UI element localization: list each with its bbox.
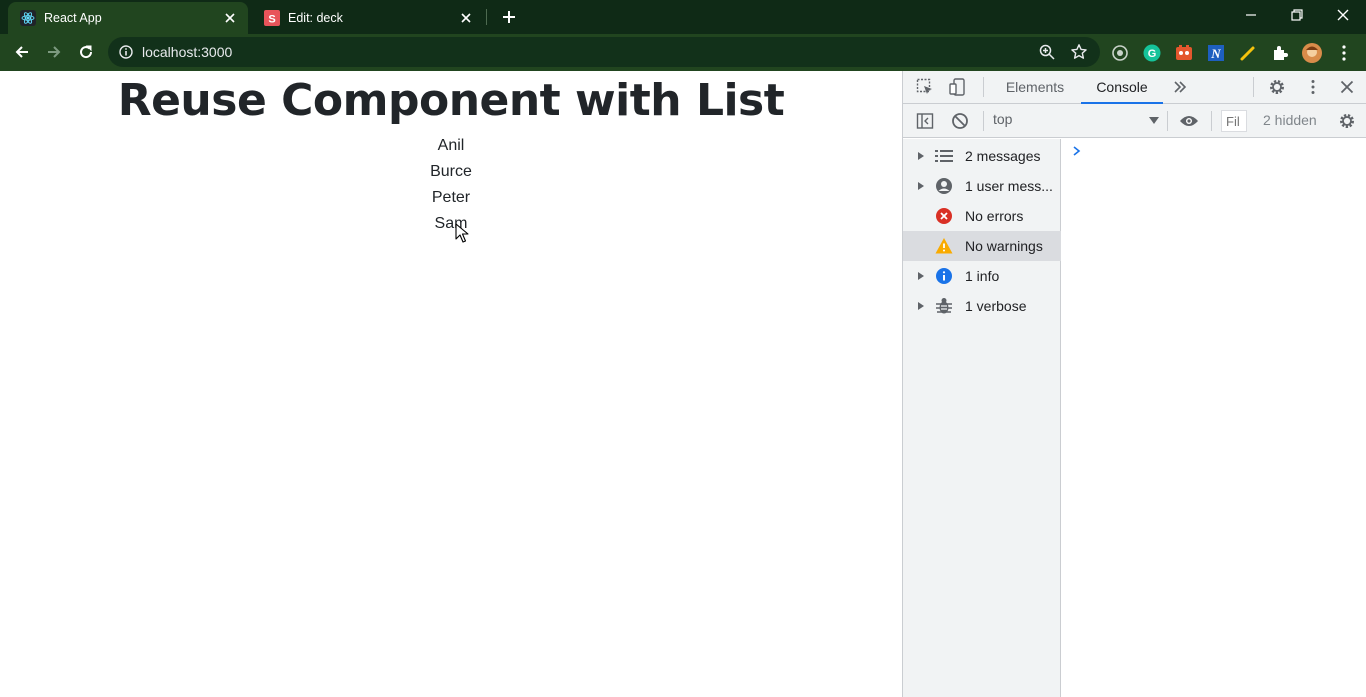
close-tab-icon[interactable] (458, 10, 474, 26)
divider (983, 77, 984, 97)
extension-red-icon[interactable] (1174, 43, 1194, 63)
hidden-messages-count: 2 hidden (1263, 112, 1317, 128)
react-logo-icon (20, 10, 36, 26)
device-toolbar-icon[interactable] (946, 75, 970, 99)
browser-tabstrip: React App S Edit: deck (0, 0, 1366, 34)
sidebar-item-verbose[interactable]: 1 verbose (903, 291, 1061, 321)
sidebar-item-label: 2 messages (965, 148, 1041, 164)
svg-text:N: N (1210, 46, 1221, 61)
close-tab-icon[interactable] (222, 10, 238, 26)
live-expression-eye-icon[interactable] (1177, 109, 1201, 133)
bug-icon (935, 297, 953, 315)
arrow-right-icon (48, 46, 61, 58)
sidebar-item-label: No warnings (965, 238, 1043, 254)
browser-toolbar: localhost:3000 G N (0, 34, 1366, 71)
new-tab-button[interactable] (498, 6, 520, 28)
close-window-button[interactable] (1320, 0, 1366, 30)
tab-elements[interactable]: Elements (995, 71, 1075, 104)
url-text: localhost:3000 (142, 44, 233, 60)
sidebar-item-label: 1 user mess... (965, 178, 1053, 194)
browser-menu-icon[interactable] (1334, 43, 1354, 63)
context-selector[interactable]: top (993, 111, 1165, 131)
sidebar-item-errors[interactable]: No errors (903, 201, 1061, 231)
forward-button[interactable] (40, 38, 68, 66)
highlighter-icon[interactable] (1238, 43, 1258, 63)
info-icon (935, 267, 953, 285)
expand-triangle-icon[interactable] (917, 148, 925, 164)
clear-console-icon[interactable] (948, 109, 972, 133)
list-item: Burce (430, 163, 472, 180)
sidebar-item-messages[interactable]: 2 messages (903, 141, 1061, 171)
tab-separator (486, 9, 487, 25)
devtools-tabbar: Elements Console (903, 71, 1366, 104)
zoom-icon[interactable] (1038, 43, 1056, 61)
name-list: Anil Burce Peter Sam (0, 135, 902, 239)
arrow-left-icon (15, 46, 28, 58)
extensions-puzzle-icon[interactable] (1270, 43, 1290, 63)
profile-avatar-icon[interactable] (1302, 43, 1322, 63)
console-sidebar: 2 messages 1 user mess... No errors No w… (903, 139, 1061, 697)
settings-gear-icon[interactable] (1265, 75, 1289, 99)
tab-console[interactable]: Console (1081, 71, 1163, 104)
list-item: Anil (437, 137, 465, 154)
devtools-panel: Elements Console top Fil 2 hidden 2 mess… (902, 71, 1366, 697)
sidebar-item-label: No errors (965, 208, 1024, 224)
error-icon (935, 207, 953, 225)
tab-title: Edit: deck (288, 11, 343, 25)
restore-button[interactable] (1274, 0, 1320, 30)
grammarly-icon[interactable]: G (1142, 43, 1162, 63)
svg-text:S: S (268, 14, 275, 26)
divider (1253, 77, 1254, 97)
extension-target-icon[interactable] (1110, 43, 1130, 63)
divider (983, 111, 984, 131)
reload-button[interactable] (72, 38, 100, 66)
sidebar-item-label: 1 info (965, 268, 1000, 284)
mouse-cursor-icon (455, 223, 469, 243)
sidebar-item-label: 1 verbose (965, 298, 1027, 314)
console-filter-input[interactable] (1221, 110, 1247, 132)
toggle-sidebar-icon[interactable] (913, 109, 937, 133)
address-bar[interactable]: localhost:3000 (108, 37, 1100, 67)
extension-n-icon[interactable]: N (1206, 43, 1226, 63)
sidebar-item-user-messages[interactable]: 1 user mess... (903, 171, 1061, 201)
restore-icon (1291, 9, 1303, 21)
tab-title: React App (44, 11, 102, 25)
sidebar-item-warnings[interactable]: No warnings (903, 231, 1061, 261)
tab-react-app[interactable]: React App (8, 2, 248, 34)
inspect-element-icon[interactable] (913, 75, 937, 99)
more-tabs-chevron-icon[interactable] (1168, 75, 1192, 99)
console-prompt-chevron-icon[interactable] (1071, 145, 1083, 157)
minimize-icon (1246, 14, 1256, 16)
list-item: Peter (431, 189, 471, 206)
info-icon[interactable] (118, 44, 134, 60)
tab-edit-deck[interactable]: S Edit: deck (252, 2, 484, 34)
bookmark-star-icon[interactable] (1070, 43, 1088, 61)
warning-icon (935, 237, 953, 255)
s-logo-icon: S (264, 10, 280, 26)
minimize-button[interactable] (1228, 0, 1274, 30)
expand-triangle-icon[interactable] (917, 268, 925, 284)
plus-icon (503, 11, 515, 23)
context-label: top (993, 111, 1013, 127)
page-viewport: Reuse Component with List Anil Burce Pet… (0, 71, 902, 697)
back-button[interactable] (8, 38, 36, 66)
close-devtools-icon[interactable] (1335, 75, 1359, 99)
list-icon (935, 147, 953, 165)
close-icon (1337, 9, 1349, 21)
console-toolbar: top 2 hidden (903, 104, 1366, 138)
svg-text:G: G (1148, 48, 1157, 60)
sidebar-item-info[interactable]: 1 info (903, 261, 1061, 291)
divider (1211, 111, 1212, 131)
expand-triangle-icon[interactable] (917, 178, 925, 194)
page-title: Reuse Component with List (117, 75, 785, 126)
dropdown-arrow-icon (1149, 117, 1159, 124)
list-item: Sam (434, 215, 468, 232)
user-icon (935, 177, 953, 195)
customize-menu-icon[interactable] (1301, 75, 1325, 99)
divider (1167, 111, 1168, 131)
console-settings-gear-icon[interactable] (1335, 109, 1359, 133)
expand-triangle-icon[interactable] (917, 298, 925, 314)
reload-icon (80, 45, 93, 59)
